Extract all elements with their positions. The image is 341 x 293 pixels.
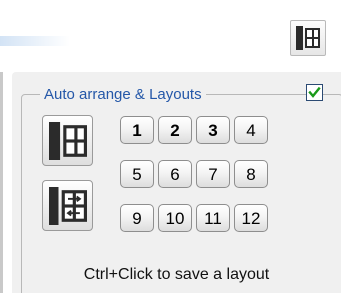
auto-arrange-checkbox[interactable] [306, 84, 323, 101]
checkmark-icon [308, 86, 321, 98]
layout-button-10[interactable]: 10 [158, 204, 192, 232]
auto-arrange-panel: Auto arrange & Layouts 1234 5 6 7 8 9 10… [12, 72, 341, 293]
layout-button-2[interactable]: 2 [158, 116, 192, 144]
layout-button-3[interactable]: 3 [196, 116, 230, 144]
layout-button-6[interactable]: 6 [158, 160, 192, 188]
auto-arrange-toolbar-button[interactable] [290, 20, 326, 56]
layout-button-1[interactable]: 1 [120, 116, 154, 144]
save-layout-hint: Ctrl+Click to save a layout [83, 266, 270, 283]
background-fade [0, 36, 70, 46]
layout-button-12[interactable]: 12 [234, 204, 268, 232]
layout-button-8[interactable]: 8 [234, 160, 268, 188]
grid-layout-icon [296, 26, 320, 50]
layout-button-7[interactable]: 7 [196, 160, 230, 188]
layout-button-9[interactable]: 9 [120, 204, 154, 232]
layout-button-4[interactable]: 4 [234, 116, 268, 144]
groupbox-title: Auto arrange & Layouts [40, 87, 206, 103]
auto-arrange-button[interactable] [42, 115, 93, 166]
rearrange-button[interactable] [42, 180, 93, 231]
layout-button-11[interactable]: 11 [196, 204, 230, 232]
grid-layout-icon [48, 121, 87, 160]
rearrange-windows-icon [48, 186, 87, 225]
window-edge [0, 72, 3, 293]
layout-button-5[interactable]: 5 [120, 160, 154, 188]
